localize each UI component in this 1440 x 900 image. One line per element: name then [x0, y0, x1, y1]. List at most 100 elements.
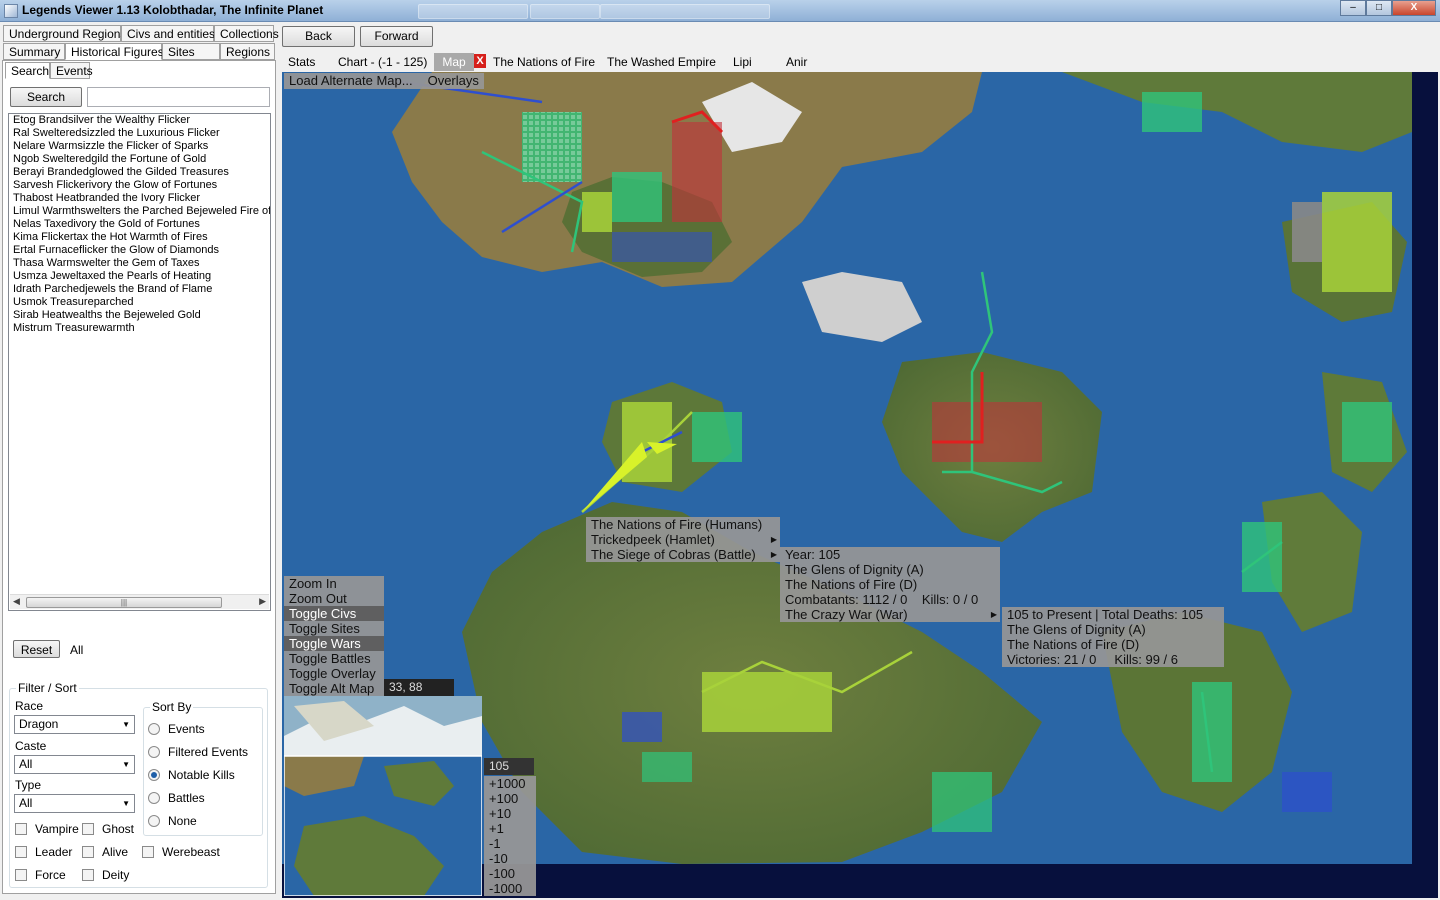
civ-region[interactable]	[932, 402, 1042, 462]
civ-region[interactable]	[1322, 192, 1392, 292]
tab-collections[interactable]: Collections	[214, 25, 279, 42]
year-minus-100[interactable]: -100	[484, 866, 536, 881]
civ-region[interactable]	[622, 712, 662, 742]
tab-washed-empire[interactable]: The Washed Empire	[607, 55, 716, 69]
year-plus-1[interactable]: +1	[484, 821, 536, 836]
check-ghost[interactable]: Ghost	[82, 822, 134, 836]
year-plus-1000[interactable]: +1000	[484, 776, 536, 791]
list-item[interactable]: Nelare Warmsizzle the Flicker of Sparks	[9, 140, 270, 153]
close-tab-icon[interactable]: X	[474, 54, 486, 68]
list-item[interactable]: Sarvesh Flickerivory the Glow of Fortune…	[9, 179, 270, 192]
battle-war[interactable]: The Crazy War (War) ▶	[780, 607, 1000, 622]
tab-historical-figures[interactable]: Historical Figures	[65, 43, 164, 60]
year-minus-1000[interactable]: -1000	[484, 881, 536, 896]
tab-chart[interactable]: Chart - (-1 - 125)	[338, 55, 427, 69]
tab-nations-of-fire[interactable]: The Nations of Fire	[493, 55, 595, 69]
civ-region[interactable]	[932, 772, 992, 832]
list-item[interactable]: Ertal Furnaceflicker the Glow of Diamond…	[9, 244, 270, 257]
popup-civ[interactable]: The Nations of Fire (Humans)	[586, 517, 780, 532]
list-item[interactable]: Limul Warmthswelters the Parched Bejewel…	[9, 205, 270, 218]
scroll-left-icon[interactable]: ◀	[13, 596, 20, 607]
race-select[interactable]: Dragon ▼	[14, 715, 135, 734]
toggle-sites-button[interactable]: Toggle Sites	[284, 621, 384, 636]
tab-underground-regions[interactable]: Underground Regions	[3, 25, 126, 42]
tab-map[interactable]: Map	[434, 53, 474, 71]
zoom-in-button[interactable]: Zoom In	[284, 576, 384, 591]
sort-option-events[interactable]: Events	[148, 722, 205, 736]
civ-region[interactable]	[612, 172, 662, 222]
list-item[interactable]: Usmok Treasureparched	[9, 296, 270, 309]
toggle-overlay-button[interactable]: Toggle Overlay	[284, 666, 384, 681]
load-alternate-map-menu[interactable]: Load Alternate Map...	[284, 73, 418, 89]
tab-summary[interactable]: Summary	[3, 43, 65, 60]
minimap[interactable]	[284, 696, 482, 896]
tab-lipi[interactable]: Lipi	[733, 55, 752, 69]
list-item[interactable]: Idrath Parchedjewels the Brand of Flame	[9, 283, 270, 296]
list-item[interactable]: Nelas Taxedivory the Gold of Fortunes	[9, 218, 270, 231]
list-item[interactable]: Ngob Swelteredgild the Fortune of Gold	[9, 153, 270, 166]
tab-anir[interactable]: Anir	[786, 55, 807, 69]
search-input[interactable]	[87, 87, 270, 107]
popup-battle[interactable]: The Siege of Cobras (Battle) ▶	[586, 547, 780, 562]
year-minus-10[interactable]: -10	[484, 851, 536, 866]
list-item[interactable]: Usmza Jeweltaxed the Pearls of Heating	[9, 270, 270, 283]
civ-region[interactable]	[672, 122, 722, 222]
list-item[interactable]: Sirab Heatwealths the Bejeweled Gold	[9, 309, 270, 322]
year-minus-1[interactable]: -1	[484, 836, 536, 851]
civ-region[interactable]	[642, 752, 692, 782]
zoom-out-button[interactable]: Zoom Out	[284, 591, 384, 606]
sort-option-battles[interactable]: Battles	[148, 791, 205, 805]
list-item[interactable]: Thasa Warmswelter the Gem of Taxes	[9, 257, 270, 270]
sort-option-notable-kills[interactable]: Notable Kills	[148, 768, 235, 782]
tab-stats[interactable]: Stats	[288, 55, 315, 69]
list-item[interactable]: Etog Brandsilver the Wealthy Flicker	[9, 114, 270, 127]
scroll-right-icon[interactable]: ▶	[259, 596, 266, 607]
civ-region[interactable]	[612, 232, 712, 262]
tab-regions[interactable]: Regions	[220, 43, 275, 60]
tab-civs-and-entities[interactable]: Civs and entities	[121, 25, 215, 42]
toggle-civs-button[interactable]: Toggle Civs	[284, 606, 384, 621]
minimize-button[interactable]: –	[1340, 0, 1366, 16]
check-werebeast[interactable]: Werebeast	[142, 845, 220, 859]
toggle-wars-button[interactable]: Toggle Wars	[284, 636, 384, 651]
check-vampire[interactable]: Vampire	[15, 822, 79, 836]
civ-region[interactable]	[1292, 202, 1322, 262]
subtab-events[interactable]: Events	[50, 62, 93, 79]
check-deity[interactable]: Deity	[82, 868, 129, 882]
toggle-alt-map-button[interactable]: Toggle Alt Map	[284, 681, 384, 696]
civ-region[interactable]	[1282, 772, 1332, 812]
type-select[interactable]: All ▼	[14, 794, 135, 813]
reset-button[interactable]: Reset	[13, 640, 60, 658]
list-item[interactable]: Kima Flickertax the Hot Warmth of Fires	[9, 231, 270, 244]
civ-region[interactable]	[1142, 92, 1202, 132]
horizontal-scrollbar[interactable]: ◀ ||| ▶	[10, 594, 269, 609]
tab-sites[interactable]: Sites	[162, 43, 220, 60]
search-button[interactable]: Search	[10, 87, 82, 107]
back-button[interactable]: Back	[282, 26, 355, 47]
forward-button[interactable]: Forward	[360, 26, 433, 47]
map-view[interactable]: Load Alternate Map... Overlays The Natio…	[282, 72, 1438, 898]
civ-region[interactable]	[582, 192, 612, 232]
year-plus-10[interactable]: +10	[484, 806, 536, 821]
list-item[interactable]: Mistrum Treasurewarmth	[9, 322, 270, 335]
check-force[interactable]: Force	[15, 868, 66, 882]
subtab-search[interactable]: Search	[5, 62, 50, 79]
maximize-button[interactable]: □	[1366, 0, 1392, 16]
civ-region[interactable]	[1342, 402, 1392, 462]
figures-list[interactable]: Etog Brandsilver the Wealthy Flicker Ral …	[8, 113, 271, 611]
caste-select[interactable]: All ▼	[14, 755, 135, 774]
check-alive[interactable]: Alive	[82, 845, 128, 859]
check-leader[interactable]: Leader	[15, 845, 72, 859]
year-plus-100[interactable]: +100	[484, 791, 536, 806]
civ-region[interactable]	[692, 412, 742, 462]
overlays-menu[interactable]: Overlays	[418, 73, 484, 89]
list-item[interactable]: Ral Swelteredsizzled the Luxurious Flick…	[9, 127, 270, 140]
close-button[interactable]: X	[1392, 0, 1436, 16]
list-item[interactable]: Berayi Brandedglowed the Gilded Treasure…	[9, 166, 270, 179]
toggle-battles-button[interactable]: Toggle Battles	[284, 651, 384, 666]
popup-site[interactable]: Trickedpeek (Hamlet) ▶	[586, 532, 780, 547]
sort-option-filtered-events[interactable]: Filtered Events	[148, 745, 248, 759]
sort-option-none[interactable]: None	[148, 814, 197, 828]
list-item[interactable]: Thabost Heatbranded the Ivory Flicker	[9, 192, 270, 205]
scroll-thumb[interactable]: |||	[26, 597, 222, 608]
